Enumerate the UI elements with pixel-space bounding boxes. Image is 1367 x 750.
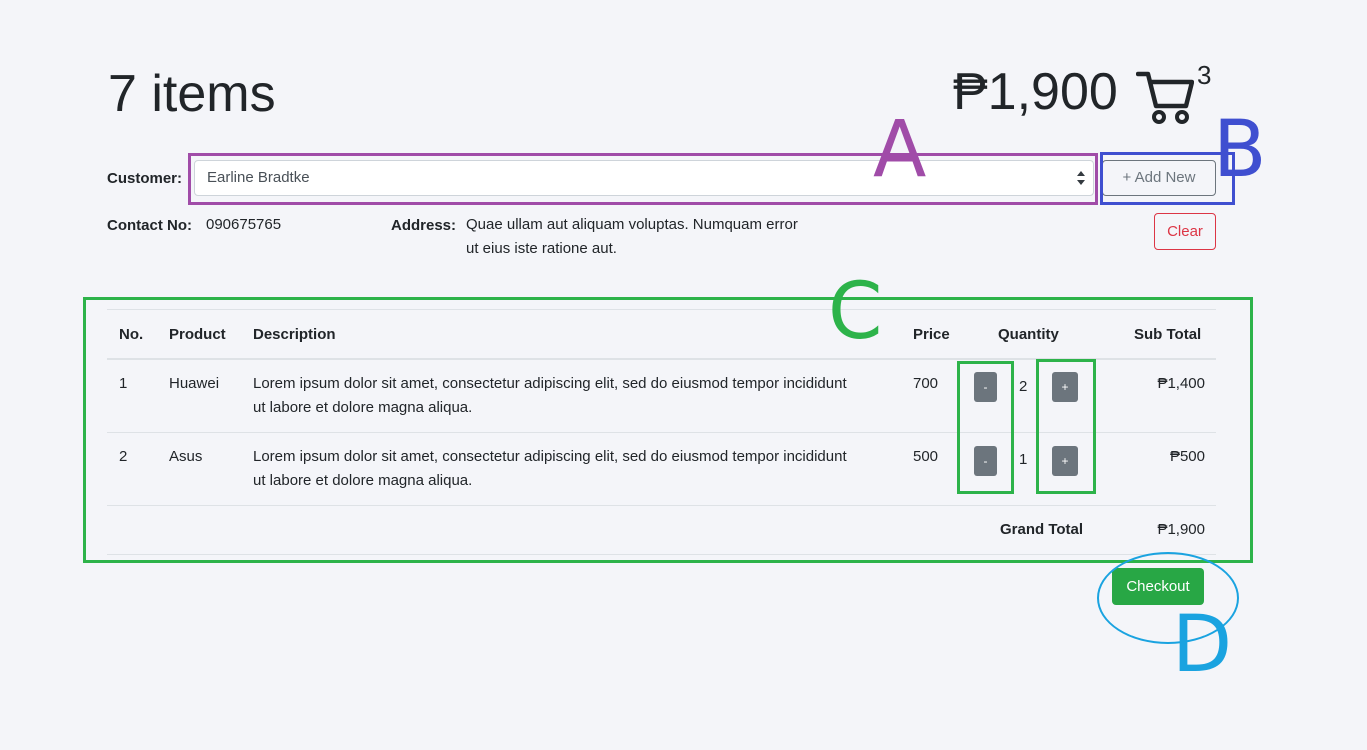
items-count-title: 7 items — [108, 65, 276, 123]
customer-label: Customer: — [107, 170, 183, 187]
annotation-box-a — [188, 153, 1098, 205]
annotation-label-c: C — [828, 267, 883, 357]
address-label: Address: — [391, 217, 457, 234]
annotation-box-c-minus — [957, 361, 1014, 494]
contact-label: Contact No: — [107, 217, 192, 234]
clear-button[interactable]: Clear — [1154, 213, 1216, 250]
cart-count-badge: 3 — [1197, 60, 1212, 90]
annotation-box-c-plus — [1036, 359, 1096, 494]
annotation-label-a: A — [873, 105, 927, 195]
cart-total: ₱1,900 — [953, 63, 1118, 121]
annotation-label-d: D — [1172, 600, 1233, 690]
contact-value: 090675765 — [206, 216, 282, 233]
annotation-label-b: B — [1213, 105, 1267, 195]
address-value: Quae ullam aut aliquam voluptas. Numquam… — [466, 216, 798, 257]
cart-icon[interactable] — [1136, 66, 1194, 124]
